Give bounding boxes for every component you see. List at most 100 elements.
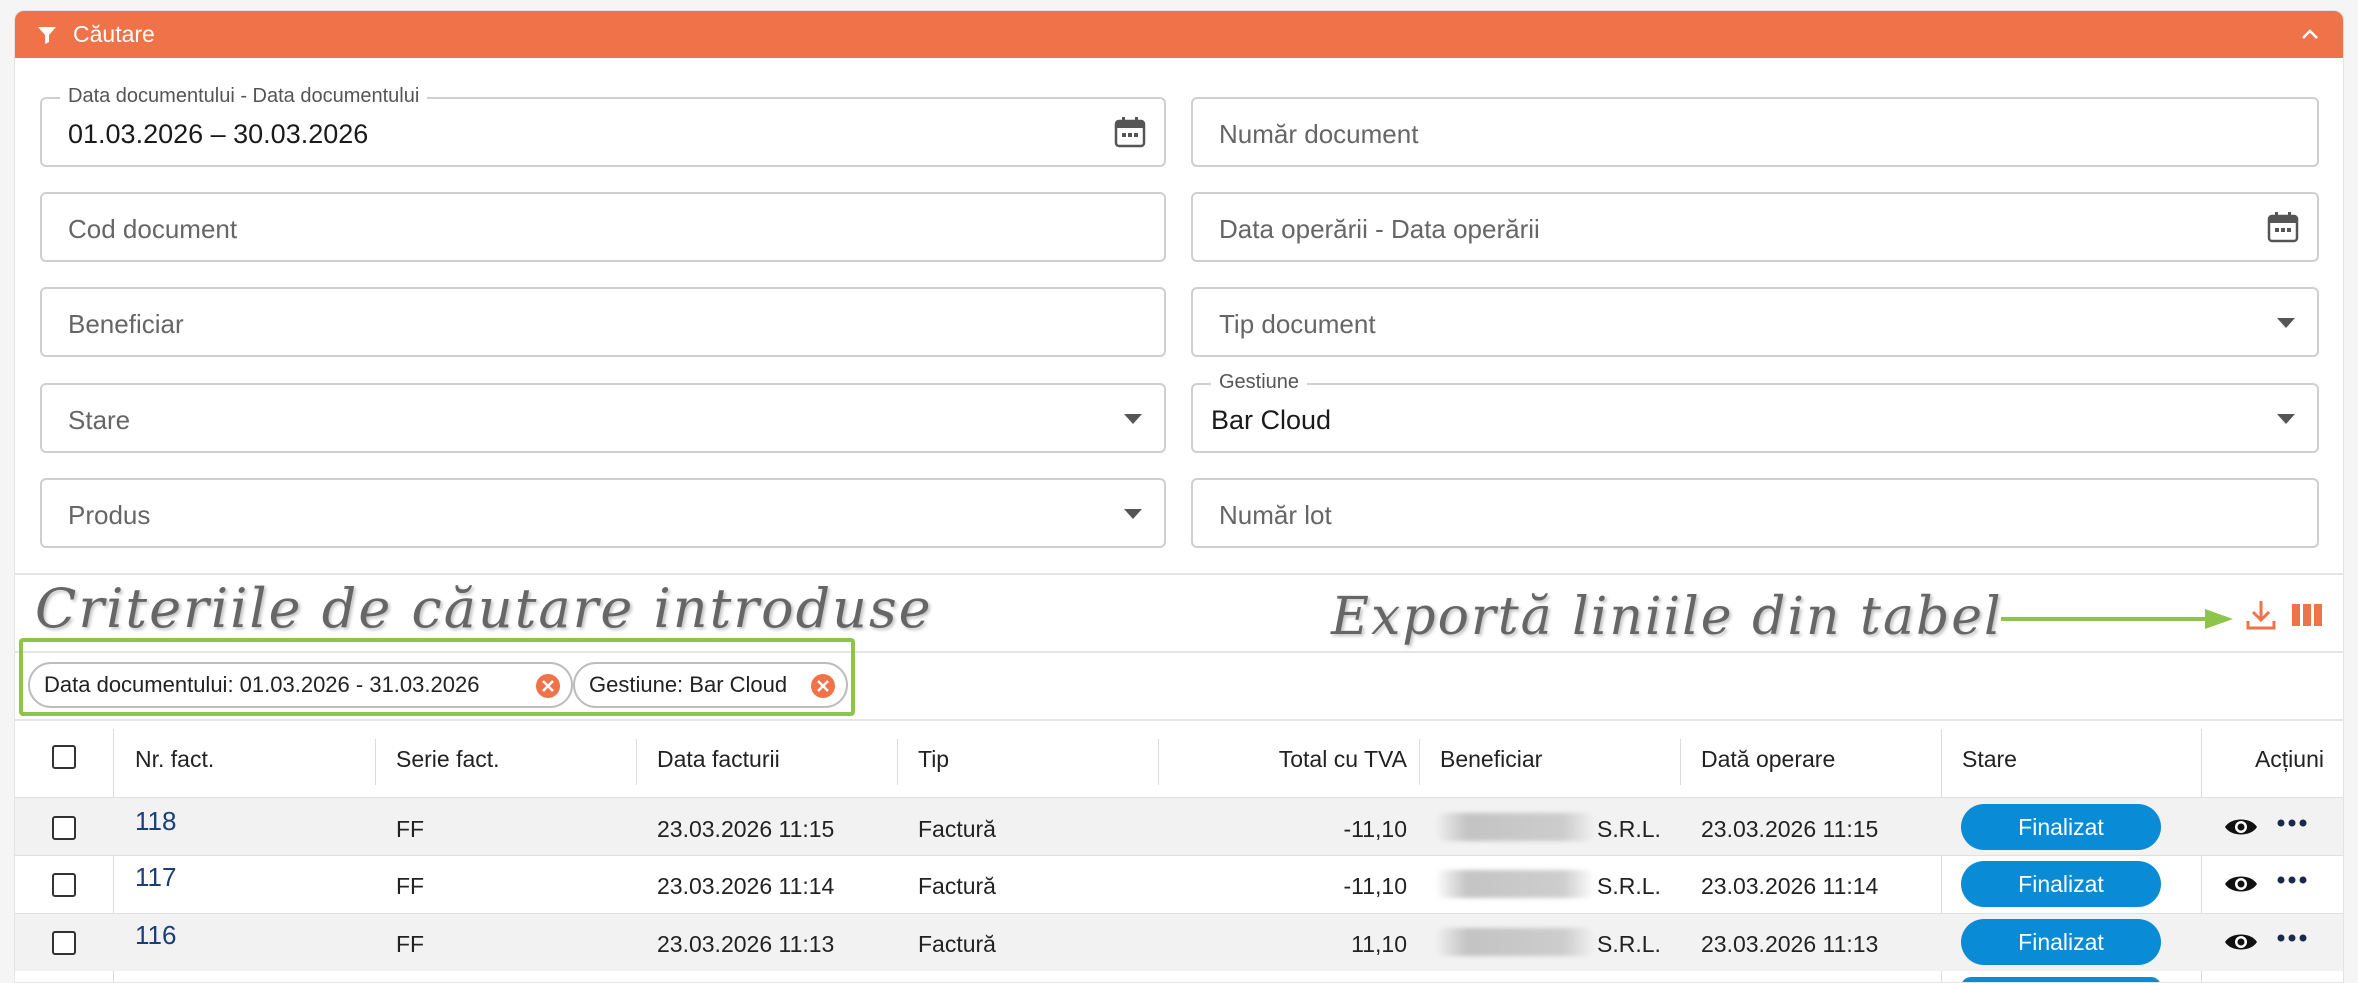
beneficiary-name: S.R.L. xyxy=(1597,816,1661,842)
document-code-placeholder: Cod document xyxy=(68,214,238,244)
filter-chip-document-date[interactable]: Data documentului: 01.03.2026 - 31.03.20… xyxy=(28,662,573,708)
product-placeholder: Produs xyxy=(68,500,151,530)
column-header-type[interactable]: Tip xyxy=(918,746,949,773)
filter-chip-warehouse[interactable]: Gestiune: Bar Cloud xyxy=(573,662,848,708)
invoice-total: -11,10 xyxy=(1343,816,1407,842)
status-select[interactable]: Stare xyxy=(40,383,1166,453)
operation-date: 23.03.2026 11:15 xyxy=(1701,816,1879,842)
criteria-annotation: Criteriile de căutare introduse xyxy=(35,577,933,640)
column-header-invoice-date[interactable]: Data facturii xyxy=(657,746,780,773)
invoice-date: 23.03.2026 11:15 xyxy=(657,816,835,842)
column-divider xyxy=(1419,739,1420,785)
column-header-status[interactable]: Stare xyxy=(1962,746,2017,773)
column-header-operation-date[interactable]: Dată operare xyxy=(1701,746,1835,773)
search-title: Căutare xyxy=(73,21,155,47)
caret-down-icon xyxy=(2277,318,2295,328)
divider xyxy=(15,573,2343,575)
document-date-value: 01.03.2026 – 30.03.2026 xyxy=(68,119,369,149)
column-header-invoice-series[interactable]: Serie fact. xyxy=(396,746,500,773)
beneficiary-name: S.R.L. xyxy=(1597,873,1661,899)
page: Căutare Data documentului - Data documen… xyxy=(0,0,2358,983)
caret-down-icon xyxy=(2277,414,2295,424)
document-number-placeholder: Număr document xyxy=(1219,119,1419,149)
invoice-type: Factură xyxy=(918,816,996,842)
filter-icon xyxy=(38,26,56,44)
chip-label: Data documentului: 01.03.2026 - 31.03.20… xyxy=(44,672,480,697)
invoice-type: Factură xyxy=(918,931,996,957)
eye-icon[interactable] xyxy=(2223,928,2259,956)
calendar-icon[interactable] xyxy=(1112,114,1148,150)
column-divider xyxy=(897,739,898,785)
download-icon[interactable] xyxy=(2243,597,2279,633)
column-divider xyxy=(1158,739,1159,785)
column-divider xyxy=(375,739,376,785)
row-checkbox[interactable] xyxy=(52,931,76,955)
eye-icon[interactable] xyxy=(2223,870,2259,898)
next-row-badge-peek xyxy=(1961,977,2161,982)
chip-label: Gestiune: Bar Cloud xyxy=(589,672,788,697)
invoice-series: FF xyxy=(396,873,425,899)
search-panel: Căutare Data documentului - Data documen… xyxy=(14,10,2344,983)
more-options-icon[interactable] xyxy=(2277,875,2307,885)
table-row[interactable]: 116 FF 23.03.2026 11:13 Factură 11,10 S.… xyxy=(15,913,2343,971)
beneficiary-placeholder: Beneficiar xyxy=(68,309,184,339)
invoice-number-link[interactable]: 116 xyxy=(135,920,176,951)
document-type-select[interactable]: Tip document xyxy=(1191,287,2319,357)
blurred-beneficiary xyxy=(1435,870,1595,898)
blurred-beneficiary xyxy=(1435,813,1595,841)
invoice-date: 23.03.2026 11:13 xyxy=(657,931,835,957)
column-header-total[interactable]: Total cu TVA xyxy=(1279,746,1407,773)
caret-down-icon xyxy=(1124,414,1142,424)
warehouse-value: Bar Cloud xyxy=(1211,405,1332,435)
more-options-icon[interactable] xyxy=(2277,933,2307,943)
calendar-icon[interactable] xyxy=(2265,209,2301,245)
lot-number-field[interactable]: Număr lot xyxy=(1191,478,2319,548)
beneficiary-field[interactable]: Beneficiar xyxy=(40,287,1166,357)
document-type-placeholder: Tip document xyxy=(1219,309,1376,339)
document-date-label: Data documentului - Data documentului xyxy=(60,85,428,108)
column-header-beneficiary[interactable]: Beneficiar xyxy=(1440,746,1542,773)
invoice-date: 23.03.2026 11:14 xyxy=(657,873,835,899)
table-row[interactable]: 118 FF 23.03.2026 11:15 Factură -11,10 S… xyxy=(15,797,2343,855)
warehouse-select[interactable]: Gestiune Bar Cloud xyxy=(1191,371,2319,453)
product-select[interactable]: Produs xyxy=(40,478,1166,548)
document-date-range-field[interactable]: Data documentului - Data documentului 01… xyxy=(40,85,1166,167)
document-code-field[interactable]: Cod document xyxy=(40,192,1166,262)
column-header-invoice-number[interactable]: Nr. fact. xyxy=(135,746,214,773)
table-row[interactable]: 117 FF 23.03.2026 11:14 Factură -11,10 S… xyxy=(15,855,2343,913)
export-annotation: Exportă liniile din tabel xyxy=(1331,587,2003,647)
remove-chip-icon[interactable] xyxy=(535,673,561,699)
lot-number-placeholder: Număr lot xyxy=(1219,500,1332,530)
search-header[interactable]: Căutare xyxy=(15,11,2343,58)
blurred-beneficiary xyxy=(1435,928,1595,956)
columns-icon[interactable] xyxy=(2289,597,2325,633)
eye-icon[interactable] xyxy=(2223,813,2259,841)
column-header-actions: Acțiuni xyxy=(2254,746,2324,772)
status-badge: Finalizat xyxy=(1961,861,2161,907)
invoice-number-link[interactable]: 118 xyxy=(135,806,176,837)
operation-date-placeholder: Data operării - Data operării xyxy=(1219,214,1540,244)
row-checkbox[interactable] xyxy=(52,873,76,897)
divider xyxy=(15,719,2343,721)
operation-date-range-field[interactable]: Data operării - Data operării xyxy=(1191,192,2319,262)
row-checkbox[interactable] xyxy=(52,816,76,840)
invoice-total: 11,10 xyxy=(1351,931,1407,957)
caret-down-icon xyxy=(1124,509,1142,519)
chevron-up-icon[interactable] xyxy=(2299,23,2321,45)
beneficiary-name: S.R.L. xyxy=(1597,931,1661,957)
column-divider xyxy=(636,739,637,785)
more-options-icon[interactable] xyxy=(2277,818,2307,828)
operation-date: 23.03.2026 11:13 xyxy=(1701,931,1879,957)
invoice-series: FF xyxy=(396,931,425,957)
arrow-annotation xyxy=(2001,609,2233,629)
document-number-field[interactable]: Număr document xyxy=(1191,97,2319,167)
select-all-checkbox[interactable] xyxy=(52,745,76,769)
invoice-number-link[interactable]: 117 xyxy=(135,862,176,893)
invoice-total: -11,10 xyxy=(1343,873,1407,899)
column-divider xyxy=(1680,739,1681,785)
invoice-series: FF xyxy=(396,816,425,842)
status-badge: Finalizat xyxy=(1961,919,2161,965)
operation-date: 23.03.2026 11:14 xyxy=(1701,873,1879,899)
remove-chip-icon[interactable] xyxy=(810,673,836,699)
status-badge: Finalizat xyxy=(1961,804,2161,850)
